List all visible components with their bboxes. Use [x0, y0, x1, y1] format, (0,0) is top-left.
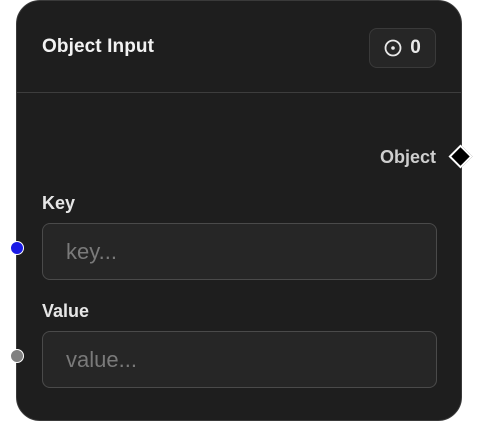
object-input-node[interactable]: Object Input 0 Object Key Value	[16, 0, 462, 421]
key-label: Key	[42, 193, 76, 213]
value-input[interactable]	[42, 331, 437, 388]
run-count: 0	[410, 37, 421, 58]
workflow-canvas: Object Input 0 Object Key Value	[0, 0, 478, 423]
run-count-badge[interactable]: 0	[369, 28, 436, 68]
output-label: Object	[379, 147, 436, 167]
node-title: Object Input	[42, 36, 155, 57]
key-input[interactable]	[42, 223, 437, 280]
value-input-handle[interactable]	[10, 349, 24, 363]
value-label: Value	[42, 301, 90, 321]
node-header: Object Input 0	[17, 1, 461, 93]
key-input-handle[interactable]	[10, 241, 24, 255]
circle-dot-icon	[384, 39, 402, 57]
